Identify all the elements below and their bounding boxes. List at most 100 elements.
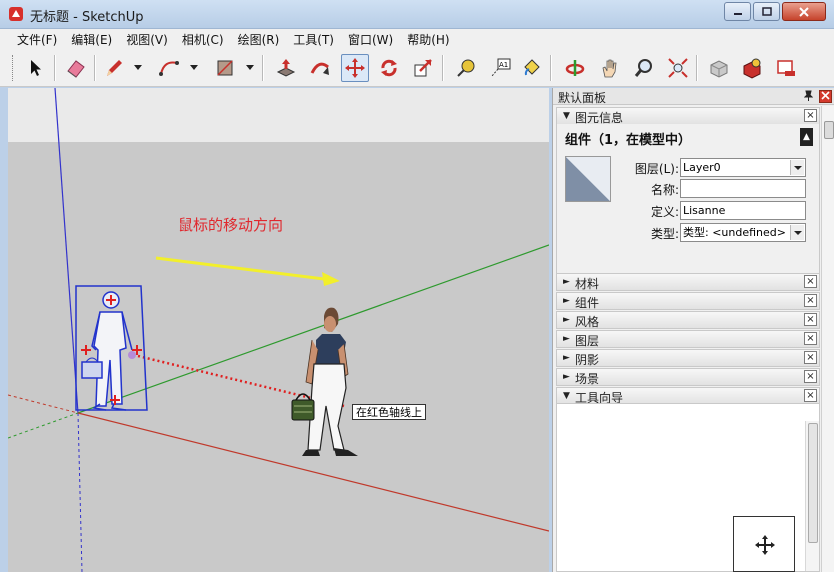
instructor-move-illustration xyxy=(733,516,795,572)
rotate-tool-button[interactable] xyxy=(375,54,403,82)
rectangle-tool-button[interactable] xyxy=(211,54,239,82)
close-window-button[interactable] xyxy=(782,2,826,21)
components-section-header[interactable]: ► 组件 × xyxy=(556,292,820,310)
pencil-dropdown-arrow-icon[interactable] xyxy=(134,65,142,70)
zoom-tool-button[interactable] xyxy=(630,54,658,82)
scale-icon xyxy=(414,59,432,77)
scale-tool-button[interactable] xyxy=(409,54,437,82)
menu-file[interactable]: 文件(F) xyxy=(10,31,64,48)
share-component-button[interactable] xyxy=(738,54,766,82)
type-value: 类型: <undefined> xyxy=(683,226,786,239)
components-label: 组件 xyxy=(575,296,600,310)
3d-warehouse-button[interactable] xyxy=(705,54,733,82)
tray-title: 默认面板 xyxy=(558,91,607,105)
menu-draw[interactable]: 绘图(R) xyxy=(231,31,287,48)
close-styles-button[interactable]: × xyxy=(804,313,817,326)
model-viewport[interactable]: 鼠标的移动方向 在红色轴线上 xyxy=(8,88,549,572)
menu-edit[interactable]: 编辑(E) xyxy=(64,31,119,48)
close-layers-button[interactable]: × xyxy=(804,332,817,345)
zoom-extents-icon xyxy=(668,58,688,78)
menu-bar: 文件(F) 编辑(E) 视图(V) 相机(C) 绘图(R) 工具(T) 窗口(W… xyxy=(0,29,834,49)
styles-section-header[interactable]: ► 风格 × xyxy=(556,311,820,329)
instructor-scroll-thumb[interactable] xyxy=(808,423,818,543)
annotation-text: 鼠标的移动方向 xyxy=(178,216,284,234)
toggle-details-icon[interactable]: ▲ xyxy=(800,128,813,146)
inference-tooltip: 在红色轴线上 xyxy=(352,404,426,420)
move-icon xyxy=(345,58,365,78)
toolbar-separator xyxy=(696,55,698,81)
menu-help[interactable]: 帮助(H) xyxy=(400,31,456,48)
menu-tools[interactable]: 工具(T) xyxy=(286,31,341,48)
close-icon xyxy=(799,6,809,17)
tape-measure-tool-button[interactable] xyxy=(452,54,480,82)
orbit-tool-button[interactable] xyxy=(561,54,589,82)
rectangle-dropdown-arrow-icon[interactable] xyxy=(246,65,254,70)
collapse-triangle-icon: ▼ xyxy=(563,111,570,121)
layer-dropdown-arrow-icon[interactable] xyxy=(790,160,804,175)
text-label-icon: A1 xyxy=(491,58,511,77)
extension-warehouse-button[interactable] xyxy=(772,54,800,82)
shadows-label: 阴影 xyxy=(575,353,600,367)
pin-icon[interactable] xyxy=(803,90,814,104)
scenes-section-header[interactable]: ► 场景 × xyxy=(556,368,820,386)
close-scenes-button[interactable]: × xyxy=(804,370,817,383)
minimize-button[interactable] xyxy=(724,2,751,21)
menu-window[interactable]: 窗口(W) xyxy=(341,31,400,48)
paint-bucket-tool-button[interactable] xyxy=(518,54,546,82)
follow-me-tool-button[interactable] xyxy=(306,54,334,82)
tray-header: 默认面板 xyxy=(553,88,834,105)
paint-bucket-icon xyxy=(524,59,540,76)
select-arrow-icon xyxy=(31,60,41,76)
close-entity-info-button[interactable]: × xyxy=(804,109,817,122)
zoom-magnifier-icon xyxy=(634,59,652,77)
menu-camera[interactable]: 相机(C) xyxy=(175,31,231,48)
window-title: 无标题 - SketchUp xyxy=(30,10,144,25)
entity-info-section-header[interactable]: ▼ 图元信息 × xyxy=(556,107,820,125)
layer-select[interactable]: Layer0 xyxy=(680,158,806,177)
name-input[interactable] xyxy=(680,179,806,198)
toolbar-separator xyxy=(550,55,552,81)
component-heading: 组件（1，在模型中） xyxy=(565,133,692,148)
arc-dropdown-arrow-icon[interactable] xyxy=(190,65,198,70)
type-dropdown-arrow-icon[interactable] xyxy=(790,225,804,240)
close-components-button[interactable]: × xyxy=(804,294,817,307)
pencil-tool-button[interactable] xyxy=(100,54,128,82)
definition-input[interactable]: Lisanne xyxy=(680,201,806,220)
pan-tool-button[interactable] xyxy=(596,54,624,82)
red-axis-hidden xyxy=(8,394,79,414)
materials-section-header[interactable]: ► 材料 × xyxy=(556,273,820,291)
component-thumbnail xyxy=(565,156,611,202)
direction-arrowhead-icon xyxy=(322,272,340,286)
moved-figure-component[interactable] xyxy=(291,307,358,456)
close-tray-button[interactable] xyxy=(819,90,832,103)
instructor-scrollbar[interactable] xyxy=(805,421,819,571)
instructor-body xyxy=(556,403,820,572)
tray-scrollbar[interactable] xyxy=(821,106,834,572)
toolbar-grip[interactable] xyxy=(12,55,15,81)
expand-triangle-icon: ► xyxy=(563,277,570,287)
select-tool-button[interactable] xyxy=(22,54,50,82)
expand-triangle-icon: ► xyxy=(563,315,570,325)
close-materials-button[interactable]: × xyxy=(804,275,817,288)
menu-view[interactable]: 视图(V) xyxy=(119,31,175,48)
layers-section-header[interactable]: ► 图层 × xyxy=(556,330,820,348)
tray-scroll-thumb[interactable] xyxy=(824,121,834,139)
zoom-extents-tool-button[interactable] xyxy=(664,54,692,82)
close-icon xyxy=(821,91,830,100)
move-tool-button[interactable] xyxy=(341,54,369,82)
type-select[interactable]: 类型: <undefined> xyxy=(680,223,806,242)
close-instructor-button[interactable]: × xyxy=(804,389,817,402)
name-label: 名称: xyxy=(650,183,679,197)
maximize-button[interactable] xyxy=(753,2,780,21)
arc-tool-button[interactable] xyxy=(155,54,183,82)
push-pull-tool-button[interactable] xyxy=(272,54,300,82)
minimize-icon xyxy=(733,12,742,15)
text-tool-button[interactable]: A1 xyxy=(486,54,514,82)
close-shadows-button[interactable]: × xyxy=(804,351,817,364)
pencil-icon xyxy=(107,60,122,76)
eraser-tool-button[interactable] xyxy=(62,54,90,82)
type-label: 类型: xyxy=(650,227,679,241)
shadows-section-header[interactable]: ► 阴影 × xyxy=(556,349,820,367)
direction-arrow xyxy=(155,256,325,281)
scenes-label: 场景 xyxy=(575,372,600,386)
